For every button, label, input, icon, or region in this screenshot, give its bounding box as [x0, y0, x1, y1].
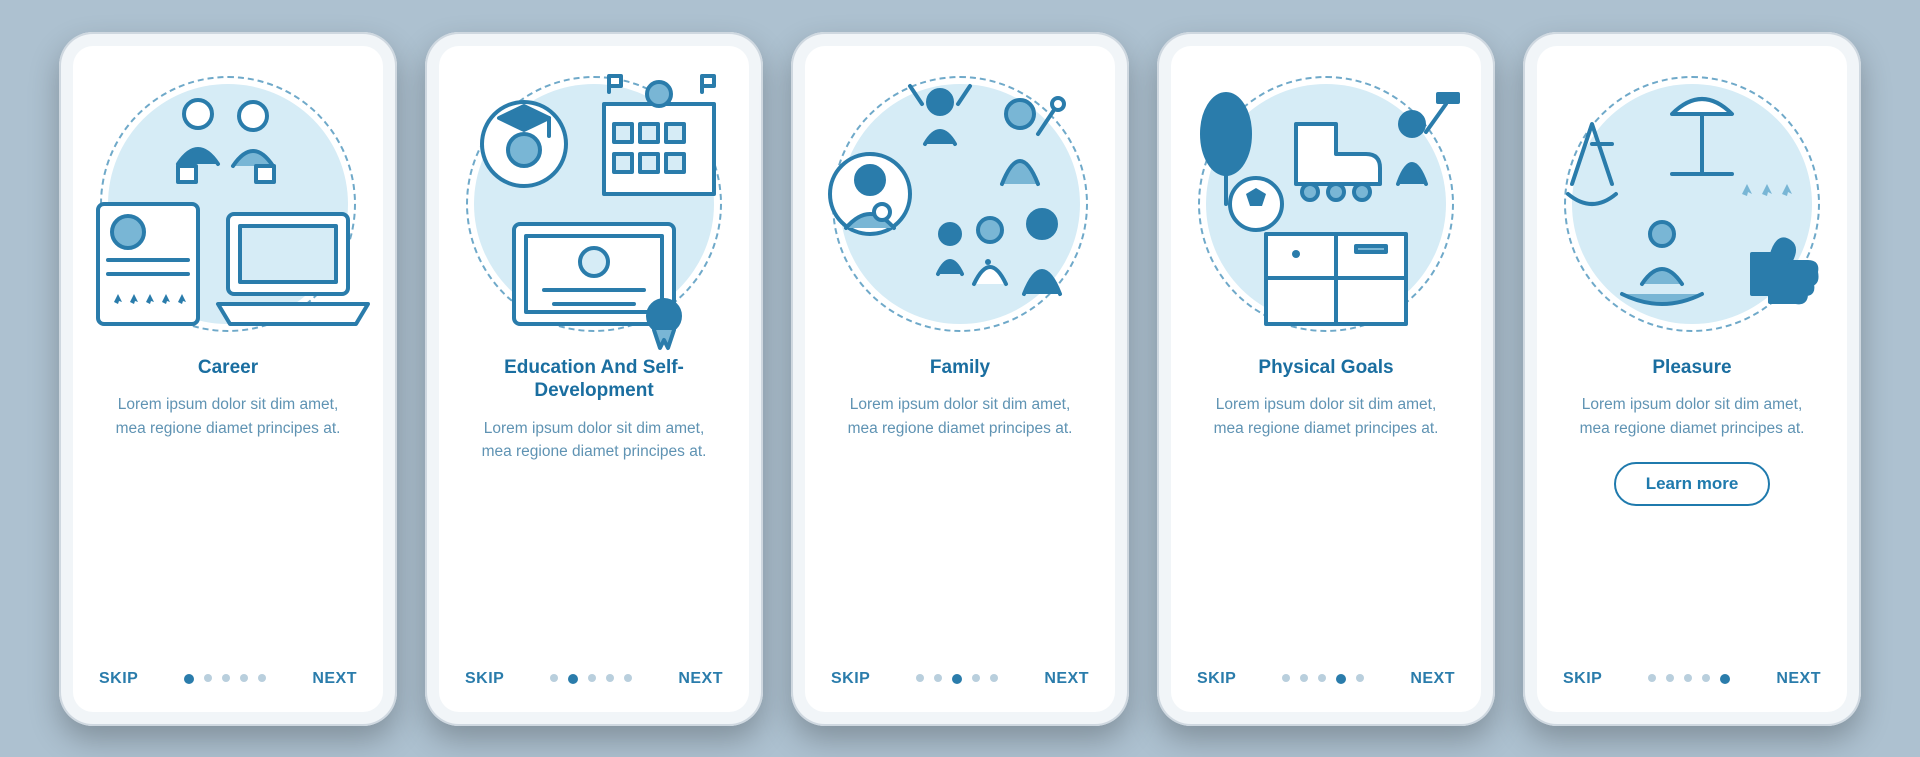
dot-2[interactable]	[568, 674, 578, 684]
page-dots	[550, 674, 632, 684]
skip-button[interactable]: SKIP	[99, 670, 138, 688]
dot-4[interactable]	[972, 674, 980, 682]
dot-3[interactable]	[952, 674, 962, 684]
phone-frame: Physical Goals Lorem ipsum dolor sit dim…	[1157, 32, 1495, 726]
dot-1[interactable]	[550, 674, 558, 682]
next-button[interactable]: NEXT	[312, 670, 357, 688]
skip-button[interactable]: SKIP	[1197, 670, 1236, 688]
dot-4[interactable]	[240, 674, 248, 682]
nav-row: SKIP NEXT	[831, 670, 1089, 688]
onboarding-screen-career: Career Lorem ipsum dolor sit dim amet, m…	[73, 46, 383, 712]
phone-frame: Pleasure Lorem ipsum dolor sit dim amet,…	[1523, 32, 1861, 726]
screen-title: Education And Self-Development	[464, 356, 724, 404]
dot-4[interactable]	[606, 674, 614, 682]
career-illustration	[108, 84, 348, 324]
pleasure-icon	[1542, 54, 1842, 354]
screen-description: Lorem ipsum dolor sit dim amet, mea regi…	[1567, 393, 1817, 440]
education-icon	[444, 54, 744, 354]
dot-2[interactable]	[934, 674, 942, 682]
page-dots	[1282, 674, 1364, 684]
career-icon	[78, 54, 378, 354]
nav-row: SKIP NEXT	[1563, 670, 1821, 688]
dot-5[interactable]	[1720, 674, 1730, 684]
screen-description: Lorem ipsum dolor sit dim amet, mea regi…	[103, 393, 353, 440]
screen-description: Lorem ipsum dolor sit dim amet, mea regi…	[469, 417, 719, 464]
page-dots	[1648, 674, 1730, 684]
dot-4[interactable]	[1702, 674, 1710, 682]
dot-2[interactable]	[1666, 674, 1674, 682]
family-illustration	[840, 84, 1080, 324]
dot-1[interactable]	[1648, 674, 1656, 682]
dot-5[interactable]	[990, 674, 998, 682]
screen-title: Pleasure	[1652, 356, 1731, 380]
physical-illustration	[1206, 84, 1446, 324]
dot-4[interactable]	[1336, 674, 1346, 684]
dot-1[interactable]	[916, 674, 924, 682]
screen-title: Family	[930, 356, 990, 380]
onboarding-screen-education: Education And Self-Development Lorem ips…	[439, 46, 749, 712]
nav-row: SKIP NEXT	[465, 670, 723, 688]
physical-icon	[1176, 54, 1476, 354]
onboarding-screen-family: Family Lorem ipsum dolor sit dim amet, m…	[805, 46, 1115, 712]
dot-3[interactable]	[222, 674, 230, 682]
nav-row: SKIP NEXT	[99, 670, 357, 688]
dot-5[interactable]	[258, 674, 266, 682]
page-dots	[184, 674, 266, 684]
education-illustration	[474, 84, 714, 324]
phone-frame: Education And Self-Development Lorem ips…	[425, 32, 763, 726]
phone-frame: Career Lorem ipsum dolor sit dim amet, m…	[59, 32, 397, 726]
skip-button[interactable]: SKIP	[1563, 670, 1602, 688]
onboarding-screen-physical: Physical Goals Lorem ipsum dolor sit dim…	[1171, 46, 1481, 712]
phone-frame: Family Lorem ipsum dolor sit dim amet, m…	[791, 32, 1129, 726]
dot-1[interactable]	[184, 674, 194, 684]
next-button[interactable]: NEXT	[1776, 670, 1821, 688]
screen-title: Career	[198, 356, 258, 380]
family-icon	[810, 54, 1110, 354]
skip-button[interactable]: SKIP	[465, 670, 504, 688]
next-button[interactable]: NEXT	[678, 670, 723, 688]
onboarding-screen-pleasure: Pleasure Lorem ipsum dolor sit dim amet,…	[1537, 46, 1847, 712]
dot-1[interactable]	[1282, 674, 1290, 682]
dot-2[interactable]	[1300, 674, 1308, 682]
screen-description: Lorem ipsum dolor sit dim amet, mea regi…	[1201, 393, 1451, 440]
next-button[interactable]: NEXT	[1410, 670, 1455, 688]
next-button[interactable]: NEXT	[1044, 670, 1089, 688]
dot-5[interactable]	[624, 674, 632, 682]
skip-button[interactable]: SKIP	[831, 670, 870, 688]
dot-2[interactable]	[204, 674, 212, 682]
learn-more-button[interactable]: Learn more	[1614, 462, 1771, 506]
pleasure-illustration	[1572, 84, 1812, 324]
dot-3[interactable]	[1318, 674, 1326, 682]
page-dots	[916, 674, 998, 684]
nav-row: SKIP NEXT	[1197, 670, 1455, 688]
dot-3[interactable]	[1684, 674, 1692, 682]
screen-title: Physical Goals	[1258, 356, 1393, 380]
screen-description: Lorem ipsum dolor sit dim amet, mea regi…	[835, 393, 1085, 440]
dot-5[interactable]	[1356, 674, 1364, 682]
dot-3[interactable]	[588, 674, 596, 682]
